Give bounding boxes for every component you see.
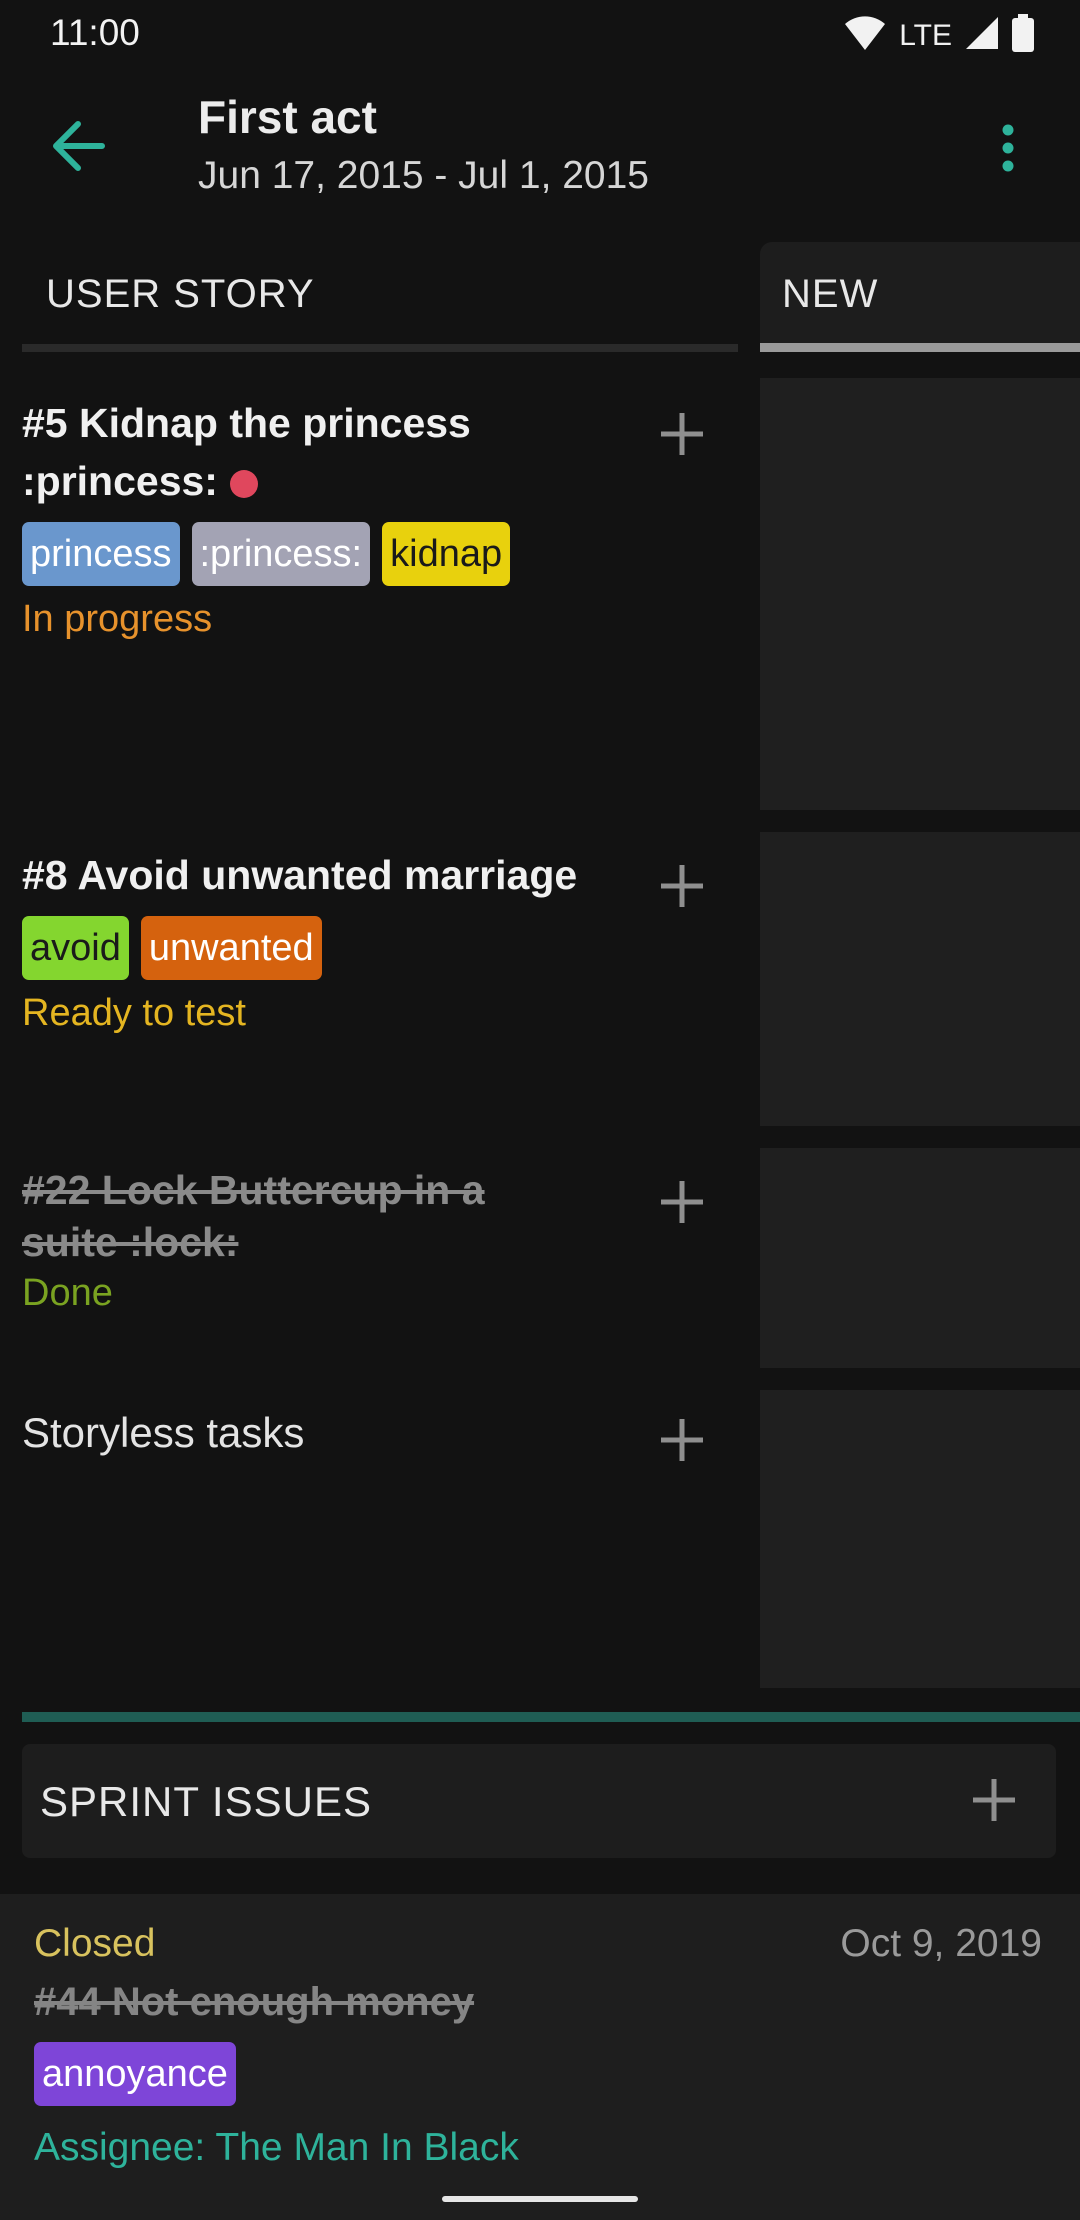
new-column-cell[interactable] <box>760 378 1080 810</box>
plus-icon <box>659 1417 705 1468</box>
signal-icon <box>964 15 1000 56</box>
status-icons: LTE <box>843 14 1034 57</box>
column-header-user-story: USER STORY <box>22 242 738 352</box>
title-block: First act Jun 17, 2015 - Jul 1, 2015 <box>198 90 649 198</box>
issue-status: Closed <box>34 1922 156 1965</box>
column-header-new[interactable]: NEW <box>760 242 1080 352</box>
back-button[interactable] <box>42 112 114 184</box>
arrow-back-icon <box>50 120 106 177</box>
column-underline <box>760 343 1080 352</box>
column-underline <box>22 344 738 352</box>
tag: kidnap <box>382 522 511 586</box>
story-row[interactable]: #22 Lock Buttercup in a suite :lock: Don… <box>22 1164 722 1315</box>
plus-icon <box>659 863 705 914</box>
issue-assignee: Assignee: The Man In Black <box>34 2126 519 2169</box>
story-tags: avoid unwanted <box>22 916 722 980</box>
sprint-issues-header[interactable]: SPRINT ISSUES <box>22 1744 1056 1858</box>
issue-title: #44 Not enough money <box>34 1980 475 2024</box>
tag: avoid <box>22 916 129 980</box>
more-options-button[interactable] <box>972 114 1044 186</box>
add-task-button[interactable] <box>642 848 722 928</box>
status-bar: 11:00 LTE <box>0 0 1080 66</box>
home-indicator[interactable] <box>442 2196 638 2202</box>
story-status: Done <box>22 1272 113 1314</box>
wifi-icon <box>843 14 887 57</box>
story-status: In progress <box>22 598 213 640</box>
story-title[interactable]: #8 Avoid unwanted marriage <box>22 846 632 904</box>
network-type: LTE <box>899 18 952 52</box>
issue-date: Oct 9, 2019 <box>840 1922 1042 1965</box>
story-title[interactable]: #22 Lock Buttercup in a suite :lock: <box>22 1164 562 1268</box>
issue-tag: annoyance <box>34 2042 236 2106</box>
add-issue-button[interactable] <box>954 1762 1034 1842</box>
plus-icon <box>971 1777 1017 1828</box>
page-title: First act <box>198 91 377 143</box>
tag: unwanted <box>140 916 322 980</box>
story-row[interactable]: #8 Avoid unwanted marriage avoid unwante… <box>22 846 722 1035</box>
story-title[interactable]: #5 Kidnap the princess :princess: <box>22 394 632 510</box>
app-bar: First act Jun 17, 2015 - Jul 1, 2015 <box>0 66 1080 226</box>
story-status: Ready to test <box>22 992 246 1034</box>
column-label-new: NEW <box>782 272 879 316</box>
new-column-cell[interactable] <box>760 1390 1080 1688</box>
sprint-issues-title: SPRINT ISSUES <box>40 1778 372 1825</box>
tag: :princess: <box>191 522 371 586</box>
new-column-cell[interactable] <box>760 1148 1080 1368</box>
story-row[interactable]: #5 Kidnap the princess :princess: prince… <box>22 394 722 641</box>
new-column-cell[interactable] <box>760 832 1080 1126</box>
sprint-dates: Jun 17, 2015 - Jul 1, 2015 <box>198 154 649 197</box>
scroll-divider <box>22 1712 1080 1722</box>
storyless-tasks-title: Storyless tasks <box>22 1409 305 1456</box>
add-task-button[interactable] <box>642 1402 722 1482</box>
plus-icon <box>659 1179 705 1230</box>
issue-card[interactable]: Closed Oct 9, 2019 #44 Not enough money … <box>0 1894 1080 2220</box>
status-time: 11:00 <box>50 12 140 53</box>
add-task-button[interactable] <box>642 396 722 476</box>
more-vert-icon <box>1001 124 1015 177</box>
story-tags: princess :princess: kidnap <box>22 522 722 586</box>
plus-icon <box>659 411 705 462</box>
battery-icon <box>1012 14 1034 57</box>
blocked-indicator-dot <box>229 470 258 499</box>
column-label-user-story: USER STORY <box>46 272 315 316</box>
tag: princess <box>22 522 180 586</box>
storyless-tasks-row[interactable]: Storyless tasks <box>22 1404 722 1462</box>
add-task-button[interactable] <box>642 1164 722 1244</box>
